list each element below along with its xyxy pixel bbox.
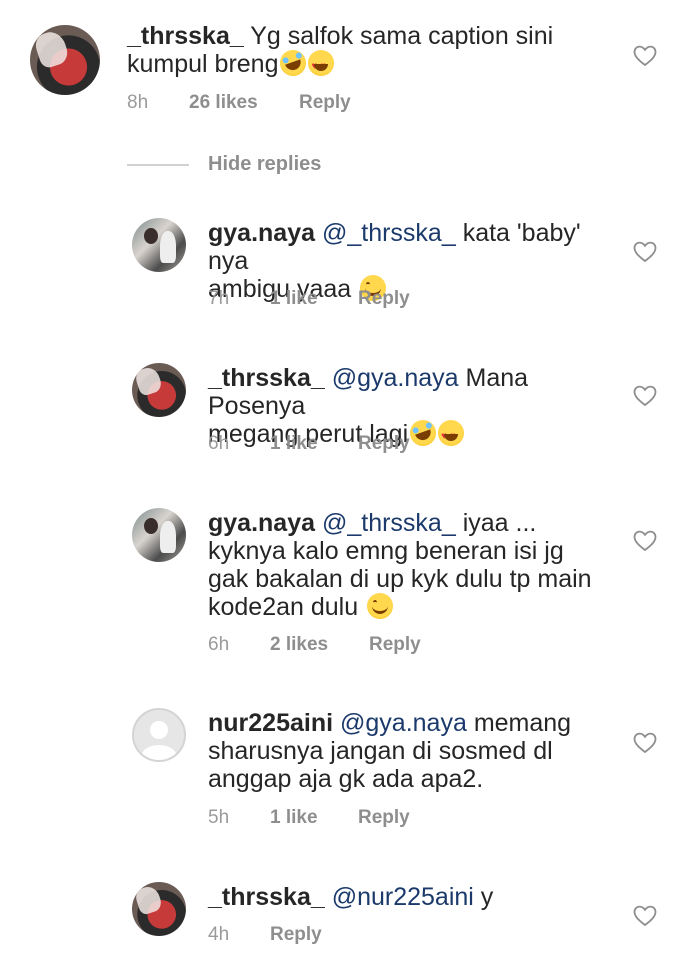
comment-text: _thrsska_ @nur225aini y	[208, 883, 494, 911]
likes-count[interactable]: 1 like	[270, 807, 358, 829]
heart-eyes-emoji	[438, 420, 465, 451]
timestamp: 4h	[208, 924, 230, 945]
comment-meta: 6h 1 like Reply	[208, 433, 410, 455]
comment-username[interactable]: _thrsska_	[208, 364, 325, 392]
rolling-laugh-emoji	[406, 416, 440, 450]
likes-count[interactable]: 1 like	[270, 288, 358, 310]
like-heart-icon[interactable]	[633, 45, 657, 67]
like-heart-icon[interactable]	[633, 732, 657, 754]
avatar[interactable]	[132, 363, 186, 417]
hide-replies-line	[127, 164, 189, 166]
default-avatar-body	[141, 745, 177, 760]
comment-meta: 8h 26 likes Reply	[127, 92, 351, 114]
comment-meta: 6h 2 likes Reply	[208, 634, 421, 656]
avatar[interactable]	[132, 218, 186, 272]
timestamp: 6h	[208, 634, 230, 655]
timestamp: 5h	[208, 807, 230, 828]
avatar[interactable]	[132, 508, 186, 562]
comment-meta: 4h Reply	[208, 924, 322, 946]
mention-link[interactable]: @_thrsska_	[322, 219, 456, 247]
mention-link[interactable]: @nur225aini	[332, 883, 474, 911]
comment-username[interactable]: nur225aini	[208, 709, 333, 737]
timestamp: 6h	[208, 433, 230, 454]
like-heart-icon[interactable]	[633, 385, 657, 407]
like-heart-icon[interactable]	[633, 905, 657, 927]
reply-button[interactable]: Reply	[369, 634, 421, 656]
heart-eyes-emoji	[308, 50, 335, 81]
mention-link[interactable]: @gya.naya	[332, 364, 459, 392]
comment-username[interactable]: _thrsska_	[127, 22, 244, 50]
mention-link[interactable]: @gya.naya	[340, 709, 467, 737]
reply-button[interactable]: Reply	[299, 92, 351, 114]
avatar[interactable]	[132, 708, 186, 762]
timestamp: 7h	[208, 288, 230, 309]
comment-username[interactable]: gya.naya	[208, 509, 315, 537]
comment-meta: 5h 1 like Reply	[208, 807, 410, 829]
comment-text: _thrsska_ Yg salfok sama caption sini ku…	[127, 22, 607, 81]
mention-link[interactable]: @_thrsska_	[322, 509, 456, 537]
reply-button[interactable]: Reply	[358, 433, 410, 455]
avatar[interactable]	[132, 882, 186, 936]
comment-text: nur225aini @gya.naya memang sharusnya ja…	[208, 709, 572, 793]
comment-meta: 7h 1 like Reply	[208, 288, 410, 310]
reply-button[interactable]: Reply	[270, 924, 322, 946]
likes-count[interactable]: 1 like	[270, 433, 358, 455]
default-avatar-head	[150, 721, 168, 739]
smiling-emoji	[367, 593, 394, 619]
like-heart-icon[interactable]	[633, 241, 657, 263]
rolling-laugh-emoji	[276, 46, 311, 80]
avatar[interactable]	[30, 25, 100, 95]
comment-text: gya.naya @_thrsska_ iyaa ... kyknya kalo…	[208, 509, 592, 621]
likes-count[interactable]: 2 likes	[270, 634, 369, 656]
likes-count[interactable]: 26 likes	[189, 92, 299, 114]
comment-username[interactable]: _thrsska_	[208, 883, 325, 911]
reply-button[interactable]: Reply	[358, 288, 410, 310]
hide-replies-button[interactable]: Hide replies	[208, 153, 321, 176]
timestamp: 8h	[127, 92, 149, 113]
reply-button[interactable]: Reply	[358, 807, 410, 829]
like-heart-icon[interactable]	[633, 530, 657, 552]
comment-username[interactable]: gya.naya	[208, 219, 315, 247]
